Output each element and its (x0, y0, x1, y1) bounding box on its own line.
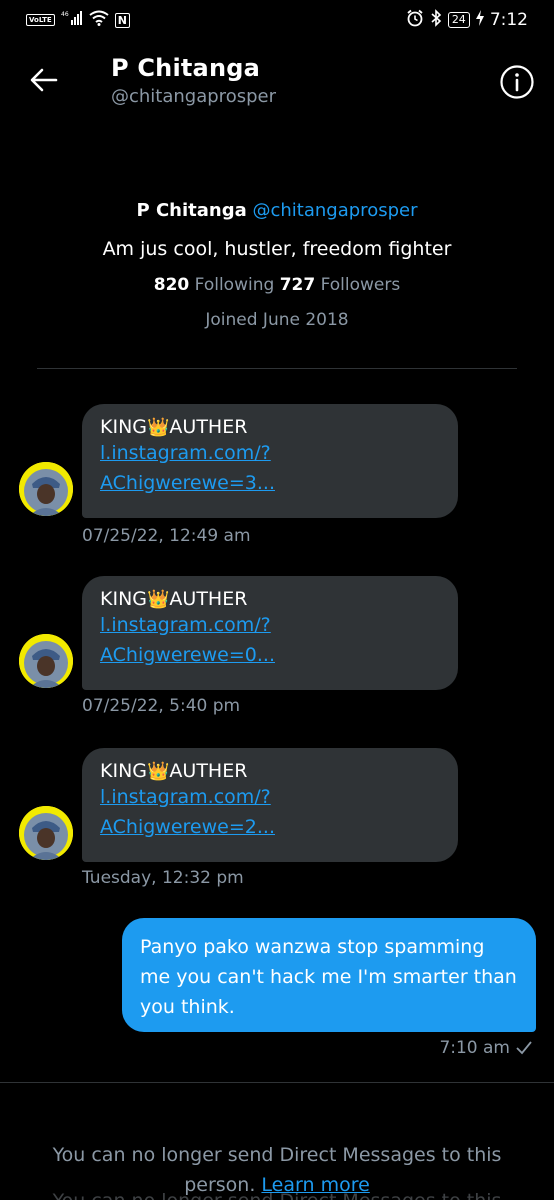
arrow-left-icon (30, 68, 58, 92)
message-link[interactable]: AChigwerewe=0... (100, 640, 440, 670)
message-link[interactable]: AChigwerewe=3... (100, 468, 440, 498)
message-link[interactable]: l.instagram.com/? (100, 610, 440, 640)
message-bubble[interactable]: KING👑AUTHER l.instagram.com/? AChigwerew… (82, 404, 458, 518)
message-sender-suffix: AUTHER (169, 588, 248, 610)
profile-handle: @chitangaprosper (252, 200, 418, 221)
battery-icon: 24 (447, 12, 470, 28)
profile-name: P Chitanga (136, 200, 247, 221)
alarm-icon (406, 9, 424, 31)
volte-badge: VoLTE (26, 14, 55, 26)
message-sender: KING (100, 416, 147, 438)
divider (37, 368, 517, 369)
status-time: 7:12 (489, 10, 528, 30)
avatar[interactable] (19, 634, 73, 688)
following-count: 820 (153, 275, 190, 295)
charging-icon (475, 10, 484, 30)
message-sender-suffix: AUTHER (169, 760, 248, 782)
svg-text:46: 46 (61, 11, 69, 18)
signal-icon: 46 (61, 10, 83, 30)
crown-icon: 👑 (147, 761, 170, 782)
avatar[interactable] (19, 462, 73, 516)
back-button[interactable] (26, 62, 62, 98)
footer-divider (0, 1082, 554, 1083)
message-sender: KING (100, 760, 147, 782)
message-sender: KING (100, 588, 147, 610)
header-handle: @chitangaprosper (111, 86, 276, 107)
bluetooth-icon (430, 9, 442, 31)
crown-icon: 👑 (147, 589, 170, 610)
message-link[interactable]: l.instagram.com/? (100, 782, 440, 812)
followers-count: 727 (279, 275, 316, 295)
message-bubble[interactable]: KING👑AUTHER l.instagram.com/? AChigwerew… (82, 576, 458, 690)
sent-message-timestamp: 7:10 am (439, 1038, 510, 1058)
message-timestamp: 07/25/22, 5:40 pm (82, 696, 241, 716)
notice-ghost-text: You can no longer send Direct Messages t… (0, 1190, 554, 1200)
message-timestamp: 07/25/22, 12:49 am (82, 526, 251, 546)
message-link[interactable]: l.instagram.com/? (100, 438, 440, 468)
info-icon (500, 65, 534, 99)
message-bubble[interactable]: KING👑AUTHER l.instagram.com/? AChigwerew… (82, 748, 458, 862)
followers-label: Followers (320, 275, 401, 295)
avatar[interactable] (19, 806, 73, 860)
conversation-header: P Chitanga @chitangaprosper (0, 40, 554, 124)
header-title[interactable]: P Chitanga @chitangaprosper (111, 54, 276, 107)
profile-joined: Joined June 2018 (205, 310, 349, 330)
profile-summary[interactable]: P Chitanga @chitangaprosper Am jus cool,… (0, 200, 554, 330)
sent-message-meta: 7:10 am (439, 1038, 532, 1058)
message-link[interactable]: AChigwerewe=2... (100, 812, 440, 842)
status-bar: VoLTE 46 N 24 7:12 (0, 0, 554, 40)
info-button[interactable] (499, 64, 535, 100)
nfc-icon: N (114, 12, 130, 28)
header-name: P Chitanga (111, 54, 260, 82)
profile-bio: Am jus cool, hustler, freedom fighter (102, 238, 452, 260)
profile-stats: 820 Following 727 Followers (0, 275, 554, 295)
crown-icon: 👑 (147, 417, 170, 438)
check-icon (516, 1041, 532, 1055)
message-timestamp: Tuesday, 12:32 pm (82, 868, 244, 888)
message-sender-suffix: AUTHER (169, 416, 248, 438)
wifi-icon (89, 10, 109, 30)
sent-message-bubble[interactable]: Panyo pako wanzwa stop spamming me you c… (122, 918, 536, 1032)
following-label: Following (194, 275, 275, 295)
